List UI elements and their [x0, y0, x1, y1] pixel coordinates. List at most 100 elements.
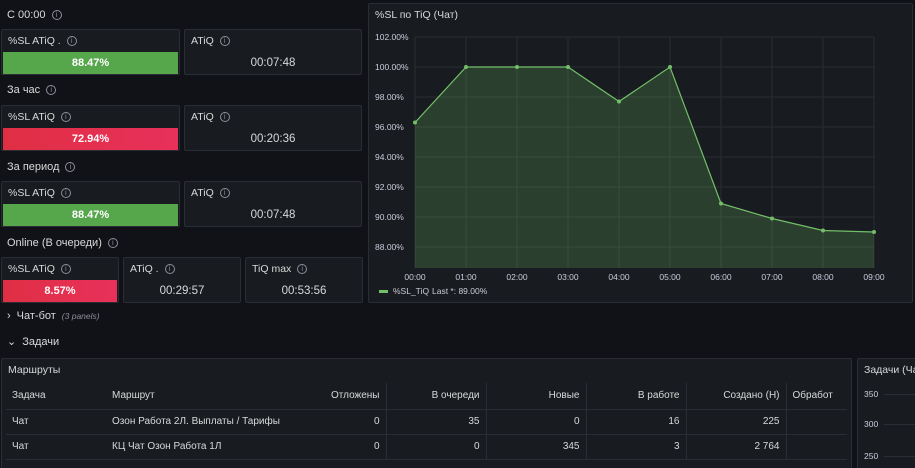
panel-title: %SL ATiQ: [8, 111, 55, 123]
column-header[interactable]: Маршрут: [106, 383, 316, 410]
info-icon[interactable]: i: [219, 188, 230, 198]
table-cell: 225: [686, 409, 787, 435]
routes-panel: Маршруты Задача Маршрут Отложены В очере…: [1, 358, 852, 468]
x-tick-label: 03:00: [557, 272, 579, 282]
table-cell: 0: [316, 434, 387, 460]
sl-value-bar: 88.47%: [3, 52, 178, 74]
panel-title: ATiQ .: [130, 263, 159, 275]
data-point[interactable]: [872, 230, 876, 234]
sl-tiq-chart-panel: %SL по TiQ (Чат) 102.00% 100.00% 98.00% 96.…: [368, 3, 913, 303]
table-row[interactable]: Чат Озон Работа 2Л. Выплаты / Тарифы 0 3…: [6, 409, 847, 435]
x-tick-label: 04:00: [608, 272, 630, 282]
atiq-panel-2: ATiQ i 00:20:36: [184, 105, 362, 151]
data-point[interactable]: [821, 228, 825, 233]
routes-title: Маршруты: [8, 364, 61, 376]
table-cell: 0: [386, 434, 487, 460]
column-header[interactable]: В очереди: [386, 383, 487, 410]
x-tick-label: 02:00: [506, 272, 528, 282]
sl-tiq-chart: 102.00% 100.00% 98.00% 96.00% 94.00% 92.00% 90…: [375, 32, 885, 296]
y-tick-label: 250: [864, 451, 879, 461]
y-tick-label: 350: [864, 389, 879, 399]
table-cell: Озон Работа 2Л. Выплаты / Тарифы: [106, 409, 316, 435]
y-tick-label: 300: [864, 419, 879, 429]
legend-series-name: %SL_TiQ: [393, 286, 429, 296]
x-tick-label: 06:00: [710, 272, 732, 282]
tasks-chart-panel: Задачи (Ча 350 300 250: [857, 358, 915, 468]
info-icon[interactable]: i: [60, 188, 71, 198]
x-tick-label: 00:00: [404, 272, 426, 282]
x-tick-label: 07:00: [761, 272, 783, 282]
column-header[interactable]: Задача: [6, 383, 106, 410]
sl-panel-1: %SL ATiQ . i 88.47%: [1, 29, 180, 75]
legend-last-value: Last *: 89.00%: [432, 286, 488, 296]
table-cell: 2 764: [686, 434, 787, 460]
sl-value-bar: 8.57%: [3, 280, 117, 302]
routes-table: Задача Маршрут Отложены В очереди Новые …: [6, 383, 847, 460]
data-point[interactable]: [617, 99, 621, 104]
atiq-value: 00:20:36: [250, 133, 296, 145]
info-icon[interactable]: i: [51, 10, 62, 20]
panel-title: ATiQ: [191, 35, 214, 47]
table-cell: Чат: [6, 409, 106, 435]
table-cell: 35: [386, 409, 487, 435]
data-point[interactable]: [464, 65, 468, 69]
data-point[interactable]: [719, 201, 723, 206]
info-icon[interactable]: i: [65, 162, 76, 172]
sl-panel-2: %SL ATiQ i 72.94%: [1, 105, 180, 151]
row-title-c0000: С 00:00 i: [7, 9, 62, 21]
data-point[interactable]: [413, 120, 417, 125]
table-row[interactable]: Чат КЦ Чат Озон Работа 1Л 0 0 345 3 2 76…: [6, 434, 847, 460]
data-point[interactable]: [566, 65, 570, 69]
y-tick-label: 88.00%: [375, 242, 404, 252]
table-cell: 16: [586, 409, 687, 435]
column-header[interactable]: Новые: [486, 383, 587, 410]
data-point[interactable]: [515, 65, 519, 69]
grid-line: [884, 456, 915, 457]
tasks-chart-title: Задачи (Ча: [864, 364, 915, 376]
sl-panel-4: %SL ATiQ i 8.57%: [1, 257, 119, 303]
data-point[interactable]: [770, 216, 774, 221]
tiq-max-value: 00:53:56: [281, 285, 327, 297]
sl-panel-3: %SL ATiQ i 88.47%: [1, 181, 180, 227]
table-cell: 0: [316, 409, 387, 435]
atiq-panel-3: ATiQ i 00:07:48: [184, 181, 362, 227]
atiq-value: 00:29:57: [159, 285, 205, 297]
info-icon[interactable]: i: [219, 36, 230, 46]
column-header[interactable]: Обработ: [786, 383, 847, 410]
panel-title: TiQ max: [252, 263, 292, 275]
y-tick-label: 92.00%: [375, 182, 404, 192]
info-icon[interactable]: i: [46, 85, 57, 95]
sl-value-bar: 72.94%: [3, 128, 178, 150]
row-title-hour: За час i: [7, 84, 57, 96]
y-tick-label: 94.00%: [375, 152, 404, 162]
table-cell: КЦ Чат Озон Работа 1Л: [106, 434, 316, 460]
y-tick-label: 98.00%: [375, 92, 404, 102]
info-icon[interactable]: i: [66, 36, 77, 46]
info-icon[interactable]: i: [60, 264, 71, 274]
chevron-right-icon: ›: [7, 310, 11, 322]
row-title-period: За период i: [7, 161, 76, 173]
grid-line: [884, 394, 915, 395]
legend[interactable]: %SL_TiQ Last *: 89.00%: [379, 286, 488, 296]
info-icon[interactable]: i: [297, 264, 308, 274]
y-tick-label: 102.00%: [375, 32, 409, 42]
sl-value-bar: 88.47%: [3, 204, 178, 226]
column-header[interactable]: В работе: [586, 383, 687, 410]
info-icon[interactable]: i: [107, 238, 118, 248]
info-icon[interactable]: i: [164, 264, 175, 274]
x-tick-label: 09:00: [863, 272, 885, 282]
y-tick-label: 90.00%: [375, 212, 404, 222]
column-header[interactable]: Создано (Н): [686, 383, 787, 410]
section-chatbot[interactable]: › Чат-бот (3 panels): [7, 310, 100, 322]
table-cell: [786, 409, 847, 435]
data-point[interactable]: [668, 65, 672, 69]
column-header[interactable]: Отложены: [316, 383, 387, 410]
atiq-value: 00:07:48: [250, 209, 296, 221]
x-tick-label: 01:00: [455, 272, 477, 282]
table-cell: 0: [486, 409, 587, 435]
atiq-panel-4: ATiQ . i 00:29:57: [123, 257, 241, 303]
info-icon[interactable]: i: [60, 112, 71, 122]
info-icon[interactable]: i: [219, 112, 230, 122]
section-tasks[interactable]: ⌄ Задачи: [7, 335, 59, 349]
panel-title: %SL ATiQ: [8, 263, 55, 275]
